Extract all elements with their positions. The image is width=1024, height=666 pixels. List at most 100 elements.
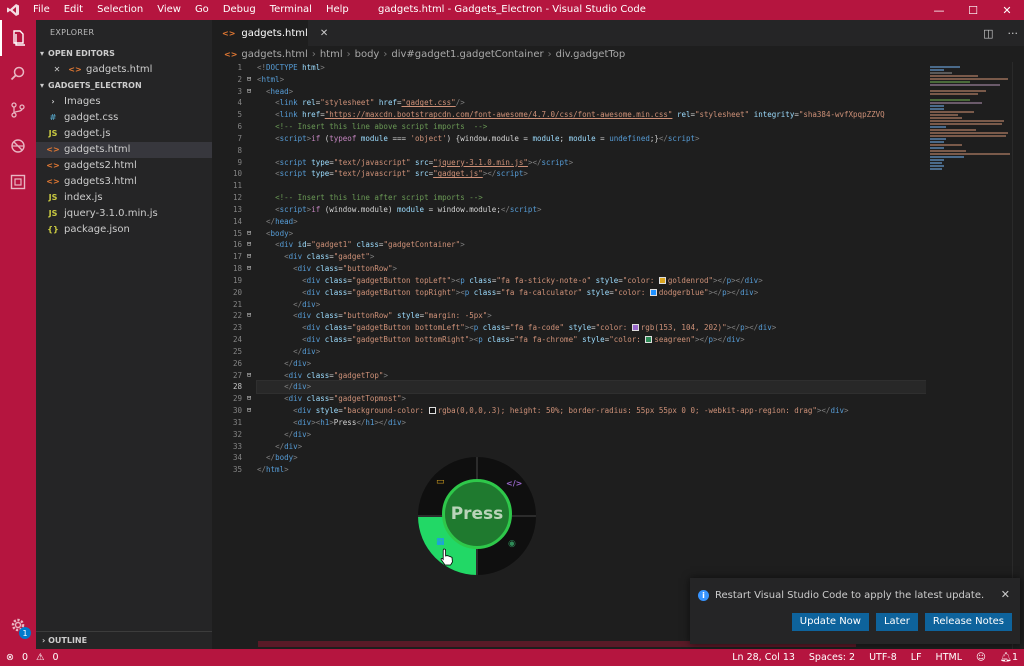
file-label: gadgets3.html (64, 176, 137, 187)
split-editor-icon[interactable]: ◫ (983, 27, 993, 40)
explorer-icon[interactable] (0, 20, 36, 56)
menu-go[interactable]: Go (188, 0, 216, 20)
release-notes-button[interactable]: Release Notes (924, 613, 1012, 631)
line-number: 23 (232, 323, 242, 333)
close-icon[interactable]: ✕ (320, 28, 328, 39)
code-line: </div> (284, 429, 312, 439)
breadcrumb-item[interactable]: html (320, 49, 343, 60)
file-item-images[interactable]: › Images (36, 94, 212, 110)
minimize-button[interactable]: — (922, 0, 956, 20)
debug-icon[interactable] (0, 128, 36, 164)
info-icon: i (698, 590, 709, 601)
line-number: 25 (232, 346, 242, 356)
breadcrumb-item[interactable]: div.gadgetTop (556, 49, 626, 60)
line-number-gutter: 1 2 3 4 5 6 7 8 9 10 11 12 13 14 15 16 17 18 19 20 21 22 23 24 2… (212, 62, 242, 476)
breadcrumb-item[interactable]: gadgets.html (241, 49, 307, 60)
maximize-button[interactable]: ☐ (956, 0, 990, 20)
update-now-button[interactable]: Update Now (791, 613, 869, 631)
menu-edit[interactable]: Edit (57, 0, 90, 20)
code-line: <script>if (typeof module === 'object') … (275, 133, 700, 143)
line-number: 22 (232, 311, 242, 321)
breadcrumb-item[interactable]: body (355, 49, 380, 60)
code-line: <link rel="stylesheet" href="gadget.css"… (275, 98, 465, 108)
gadget-widget[interactable]: ▭ </> ▦ ◉ Press (418, 457, 536, 575)
breadcrumb-item[interactable]: div#gadget1.gadgetContainer (391, 49, 543, 60)
encoding[interactable]: UTF-8 (869, 652, 897, 663)
code-line: </div> (284, 358, 312, 368)
notifications-bell-icon[interactable]: 🔔︎1 (1000, 652, 1018, 663)
sticky-note-icon[interactable]: ▭ (436, 477, 445, 487)
code-line: <link href="https://maxcdn.bootstrapcdn.… (275, 110, 885, 120)
file-item-index-js[interactable]: JS index.js (36, 190, 212, 206)
menu-file[interactable]: File (26, 0, 57, 20)
code-line: <div class="gadgetButton topRight"><p cl… (302, 287, 759, 297)
search-icon[interactable] (0, 56, 36, 92)
manage-gear-icon[interactable]: 1 (0, 607, 36, 643)
line-number: 17 (232, 252, 242, 262)
menu-selection[interactable]: Selection (90, 0, 150, 20)
indentation[interactable]: Spaces: 2 (809, 652, 855, 663)
file-item-gadget-js[interactable]: JS gadget.js (36, 126, 212, 142)
source-control-icon[interactable] (0, 92, 36, 128)
menu-view[interactable]: View (150, 0, 188, 20)
menu-terminal[interactable]: Terminal (263, 0, 319, 20)
code-line: <body> (266, 228, 294, 238)
file-item-jquery-js[interactable]: JS jquery-3.1.0.min.js (36, 206, 212, 222)
line-number: 24 (232, 335, 242, 345)
later-button[interactable]: Later (875, 613, 918, 631)
more-actions-icon[interactable]: ··· (1008, 27, 1019, 40)
file-label: gadget.css (64, 112, 119, 123)
press-label: Press (450, 504, 504, 524)
line-number: 12 (232, 193, 242, 203)
file-item-gadgets3-html[interactable]: <> gadgets3.html (36, 174, 212, 190)
file-item-gadgets-html[interactable]: <> gadgets.html (36, 142, 212, 158)
end-of-line[interactable]: LF (911, 652, 922, 663)
code-line: <div class="gadgetButton bottomLeft"><p … (302, 323, 777, 333)
code-line: <!DOCTYPE html> (257, 63, 325, 72)
minimap[interactable] (926, 62, 1012, 649)
menu-bar: File Edit Selection View Go Debug Termin… (26, 0, 356, 20)
close-icon[interactable]: ✕ (50, 62, 64, 78)
code-line: <div class="gadget"> (284, 252, 375, 262)
calculator-icon[interactable]: ▦ (436, 537, 445, 547)
vertical-scrollbar[interactable] (1012, 62, 1024, 649)
line-number: 20 (232, 287, 242, 297)
menu-debug[interactable]: Debug (216, 0, 263, 20)
close-notification-button[interactable]: ✕ (1001, 588, 1010, 601)
file-item-gadget-css[interactable]: # gadget.css (36, 110, 212, 126)
file-label: gadget.js (64, 128, 111, 139)
open-editors-header[interactable]: ▾ OPEN EDITORS (36, 46, 212, 62)
tab-gadgets-html[interactable]: <> gadgets.html ✕ (212, 20, 328, 46)
code-lines: <!DOCTYPE html> <html> <head> <link rel=… (256, 62, 926, 476)
chrome-icon[interactable]: ◉ (508, 539, 516, 549)
line-number: 29 (232, 394, 242, 404)
cursor-position[interactable]: Ln 28, Col 13 (732, 652, 795, 663)
file-label: package.json (64, 224, 130, 235)
file-item-package-json[interactable]: {} package.json (36, 222, 212, 238)
line-number: 6 (237, 122, 242, 132)
press-button[interactable]: Press (442, 479, 512, 549)
line-number: 5 (237, 110, 242, 120)
open-editor-label: gadgets.html (86, 64, 153, 75)
code-line: <div class="gadgetButton bottomRight"><p… (302, 335, 745, 345)
problems-indicator[interactable]: ⊗ 0 ⚠ 0 (0, 652, 59, 663)
notification-message: Restart Visual Studio Code to apply the … (715, 590, 985, 601)
code-icon[interactable]: </> (506, 479, 522, 488)
open-editor-item[interactable]: ✕ <> gadgets.html (36, 62, 212, 78)
folder-header[interactable]: ▾ GADGETS_ELECTRON (36, 78, 212, 94)
extensions-icon[interactable] (0, 164, 36, 200)
file-item-gadgets2-html[interactable]: <> gadgets2.html (36, 158, 212, 174)
close-window-button[interactable]: ✕ (990, 0, 1024, 20)
line-number: 8 (237, 145, 242, 155)
outline-header[interactable]: › OUTLINE (36, 631, 212, 649)
code-line: <div><h1>Press</h1></div> (293, 417, 407, 427)
menu-help[interactable]: Help (319, 0, 356, 20)
line-number: 27 (232, 370, 242, 380)
code-line: <div class="buttonRow"> (293, 264, 397, 274)
code-editor[interactable]: 1 2 3 4 5 6 7 8 9 10 11 12 13 14 15 16 17 18 19 20 21 22 23 24 2… (212, 62, 926, 649)
window-controls: — ☐ ✕ (922, 0, 1024, 20)
feedback-smiley-icon[interactable]: ☺ (976, 652, 986, 663)
line-number: 1 (237, 63, 242, 72)
language-mode[interactable]: HTML (936, 652, 962, 663)
